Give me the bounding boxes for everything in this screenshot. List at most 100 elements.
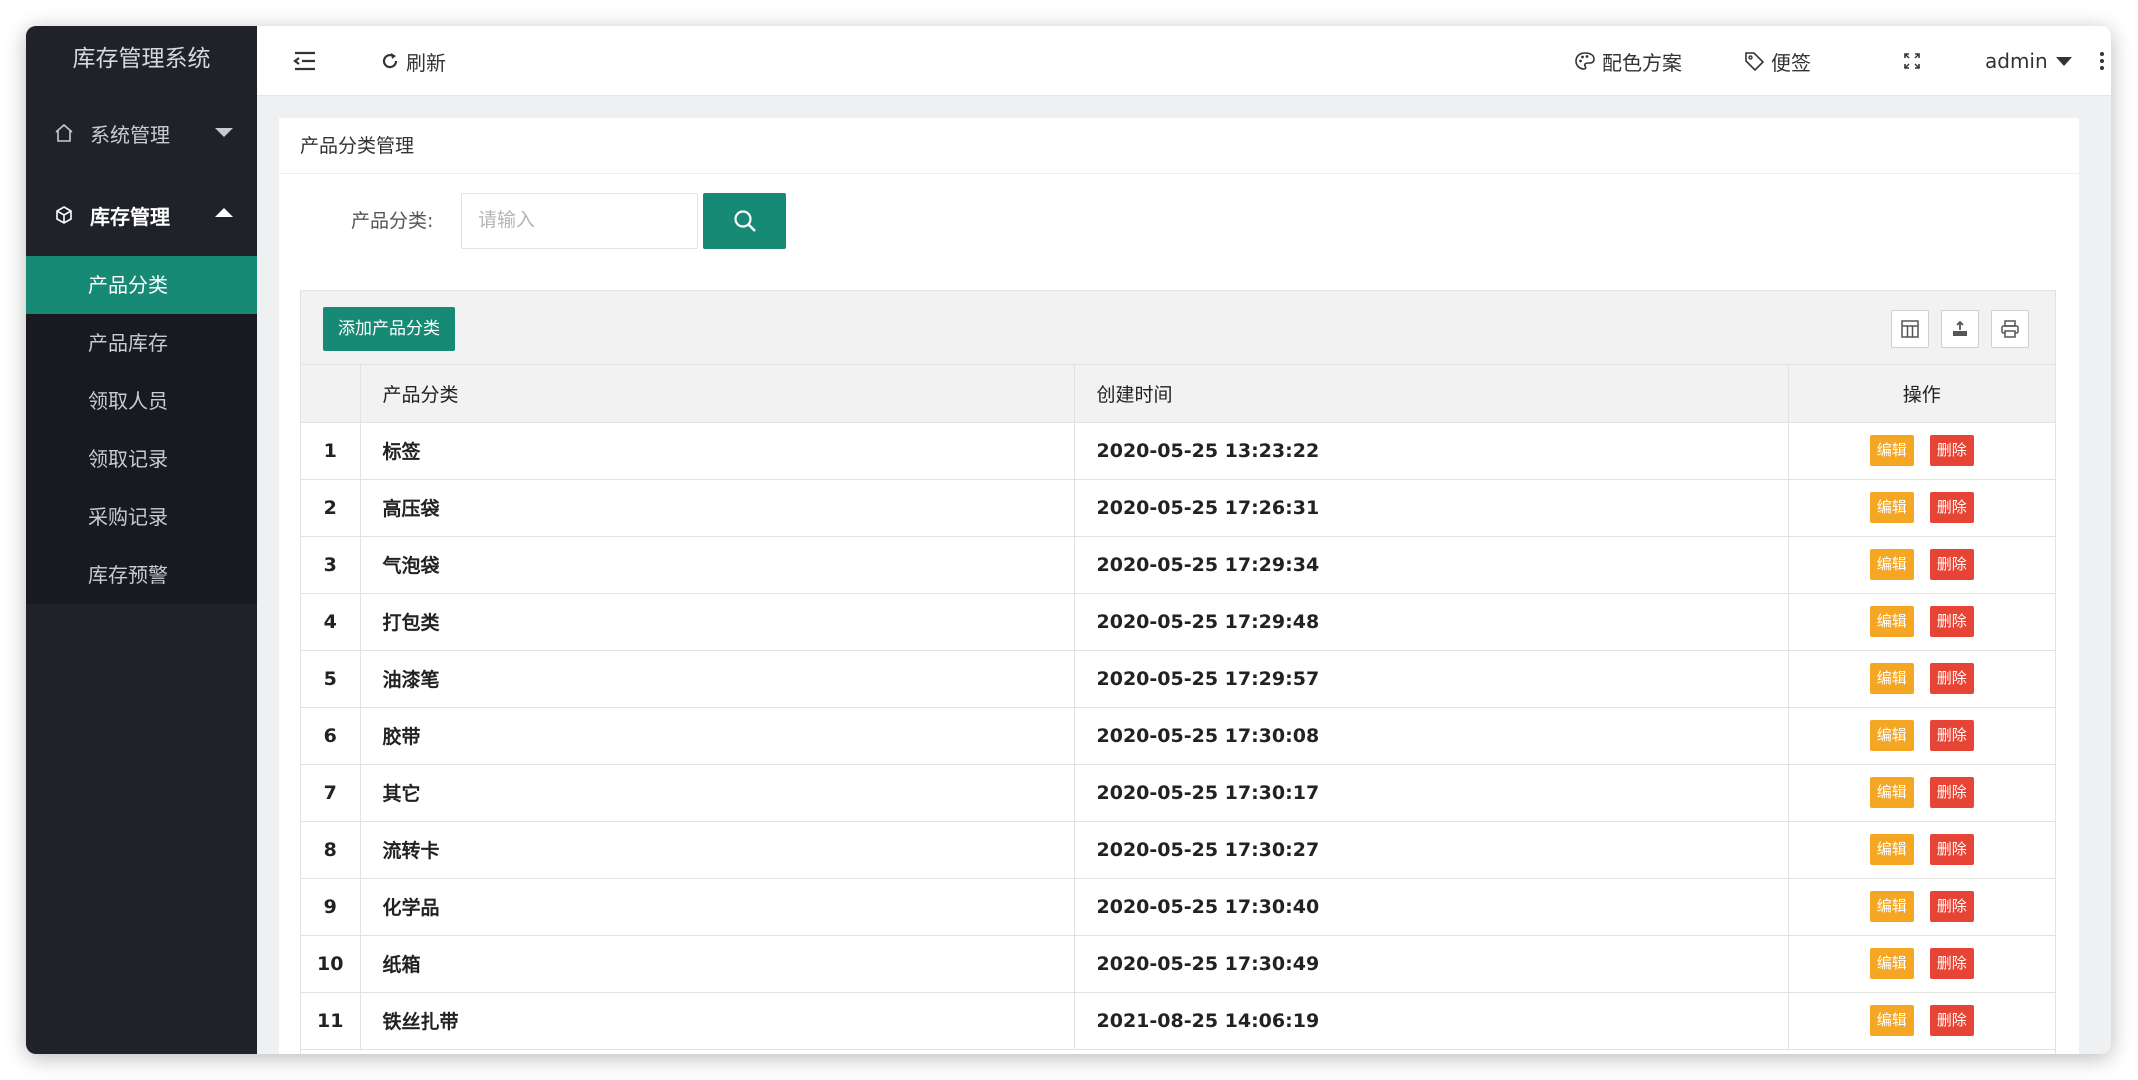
sidebar-item-product-category[interactable]: 产品分类 (26, 256, 257, 314)
sidebar-group-inventory[interactable]: 库存管理 (26, 174, 257, 256)
delete-button[interactable]: 删除 (1929, 834, 1974, 865)
chevron-up-icon (215, 208, 233, 217)
row-index: 6 (301, 707, 361, 765)
category-name-cell: 标签 (360, 422, 1075, 480)
actions-cell: 编辑 删除 (1788, 422, 2055, 480)
edit-button[interactable]: 编辑 (1869, 891, 1914, 922)
notes-label: 便签 (1771, 50, 1811, 75)
theme-button[interactable]: 配色方案 (1574, 26, 1682, 96)
row-index: 9 (301, 878, 361, 936)
created-time-cell: 2020-05-25 17:30:40 (1074, 878, 1789, 936)
row-index: 1 (301, 422, 361, 480)
created-time-cell: 2020-05-25 17:26:31 (1074, 479, 1789, 537)
app-title: 库存管理系统 (72, 46, 211, 72)
add-category-button[interactable]: 添加产品分类 (323, 307, 455, 351)
sidebar-item-pickup-records[interactable]: 领取记录 (26, 430, 257, 488)
sidebar-item-purchase-records[interactable]: 采购记录 (26, 488, 257, 546)
edit-button[interactable]: 编辑 (1869, 834, 1914, 865)
actions-cell: 编辑 删除 (1788, 650, 2055, 708)
fullscreen-button[interactable] (1903, 26, 1927, 96)
category-name-cell: 高压袋 (360, 479, 1075, 537)
delete-button[interactable]: 删除 (1929, 606, 1974, 637)
user-menu[interactable]: admin (1985, 26, 2072, 96)
export-icon (1953, 320, 1967, 336)
edit-button[interactable]: 编辑 (1869, 549, 1914, 580)
sidebar-item-product-stock[interactable]: 产品库存 (26, 314, 257, 372)
sidebar-item-recipients[interactable]: 领取人员 (26, 372, 257, 430)
caret-down-icon (2055, 56, 2072, 66)
edit-button[interactable]: 编辑 (1869, 492, 1914, 523)
table-row: 2 高压袋 2020-05-25 17:26:31 编辑 删除 (301, 479, 2055, 537)
sidebar-item-stock-alerts[interactable]: 库存预警 (26, 546, 257, 604)
menu-fold-icon (293, 51, 315, 71)
created-time-cell: 2020-05-25 17:30:49 (1074, 935, 1789, 993)
row-index: 8 (301, 821, 361, 879)
category-table: 产品分类 创建时间 操作 1 标签 2020-05-25 13:23:22 编辑 删除 2… (301, 365, 2055, 1050)
row-index: 2 (301, 479, 361, 537)
actions-cell: 编辑 删除 (1788, 593, 2055, 651)
category-name-cell: 化学品 (360, 878, 1075, 936)
notes-button[interactable]: 便签 (1744, 26, 1811, 96)
table-header-row: 产品分类 创建时间 操作 (301, 365, 2055, 423)
column-header-category[interactable]: 产品分类 (360, 365, 1075, 423)
column-header-created[interactable]: 创建时间 (1074, 365, 1789, 423)
delete-button[interactable]: 删除 (1929, 777, 1974, 808)
edit-button[interactable]: 编辑 (1869, 777, 1914, 808)
delete-button[interactable]: 删除 (1929, 492, 1974, 523)
search-icon (733, 210, 756, 232)
row-index: 11 (301, 992, 361, 1050)
search-row: 产品分类: (279, 193, 2079, 249)
export-button[interactable] (1941, 310, 1979, 348)
created-time-cell: 2020-05-25 17:30:27 (1074, 821, 1789, 879)
created-time-cell: 2020-05-25 17:29:48 (1074, 593, 1789, 651)
tag-icon (1745, 51, 1765, 71)
table-row: 8 流转卡 2020-05-25 17:30:27 编辑 删除 (301, 821, 2055, 879)
delete-button[interactable]: 删除 (1929, 435, 1974, 466)
edit-button[interactable]: 编辑 (1869, 948, 1914, 979)
menu-toggle-button[interactable] (293, 26, 323, 96)
table-row: 7 其它 2020-05-25 17:30:17 编辑 删除 (301, 764, 2055, 822)
edit-button[interactable]: 编辑 (1869, 606, 1914, 637)
actions-cell: 编辑 删除 (1788, 935, 2055, 993)
created-time-cell: 2020-05-25 17:30:17 (1074, 764, 1789, 822)
table-row: 4 打包类 2020-05-25 17:29:48 编辑 删除 (301, 593, 2055, 651)
edit-button[interactable]: 编辑 (1869, 1005, 1914, 1036)
more-vertical-icon (2100, 52, 2104, 70)
delete-button[interactable]: 删除 (1929, 720, 1974, 751)
created-time-cell: 2021-08-25 14:06:19 (1074, 992, 1789, 1050)
category-name-cell: 胶带 (360, 707, 1075, 765)
edit-button[interactable]: 编辑 (1869, 435, 1914, 466)
table-row: 9 化学品 2020-05-25 17:30:40 编辑 删除 (301, 878, 2055, 936)
row-index: 3 (301, 536, 361, 594)
category-name-cell: 流转卡 (360, 821, 1075, 879)
search-input[interactable] (461, 193, 698, 249)
search-button[interactable] (703, 193, 786, 249)
page-title: 产品分类管理 (279, 118, 2079, 174)
edit-button[interactable]: 编辑 (1869, 663, 1914, 694)
refresh-button[interactable]: 刷新 (380, 26, 446, 96)
sidebar-submenu: 产品分类 产品库存 领取人员 领取记录 采购记录 库存预警 (26, 256, 257, 604)
table-row: 11 铁丝扎带 2021-08-25 14:06:19 编辑 删除 (301, 992, 2055, 1050)
columns-filter-button[interactable] (1891, 310, 1929, 348)
edit-button[interactable]: 编辑 (1869, 720, 1914, 751)
delete-button[interactable]: 删除 (1929, 549, 1974, 580)
actions-cell: 编辑 删除 (1788, 536, 2055, 594)
cube-icon (52, 203, 76, 227)
delete-button[interactable]: 删除 (1929, 1005, 1974, 1036)
delete-button[interactable]: 删除 (1929, 948, 1974, 979)
table-row: 5 油漆笔 2020-05-25 17:29:57 编辑 删除 (301, 650, 2055, 708)
fullscreen-icon (1904, 53, 1920, 69)
delete-button[interactable]: 删除 (1929, 663, 1974, 694)
palette-icon (1575, 52, 1595, 70)
sidebar-group-system[interactable]: 系统管理 (26, 92, 257, 174)
print-button[interactable] (1991, 310, 2029, 348)
actions-cell: 编辑 删除 (1788, 878, 2055, 936)
category-name-cell: 铁丝扎带 (360, 992, 1075, 1050)
columns-icon (1901, 320, 1919, 338)
table-row: 3 气泡袋 2020-05-25 17:29:34 编辑 删除 (301, 536, 2055, 594)
app-window: 库存管理系统 系统管理 库存管理 产品分类 产品库存 领取人员 领取记录 采购记… (26, 26, 2111, 1054)
created-time-cell: 2020-05-25 17:30:08 (1074, 707, 1789, 765)
sidebar-group-label: 系统管理 (90, 122, 170, 147)
more-button[interactable] (2099, 26, 2111, 96)
delete-button[interactable]: 删除 (1929, 891, 1974, 922)
